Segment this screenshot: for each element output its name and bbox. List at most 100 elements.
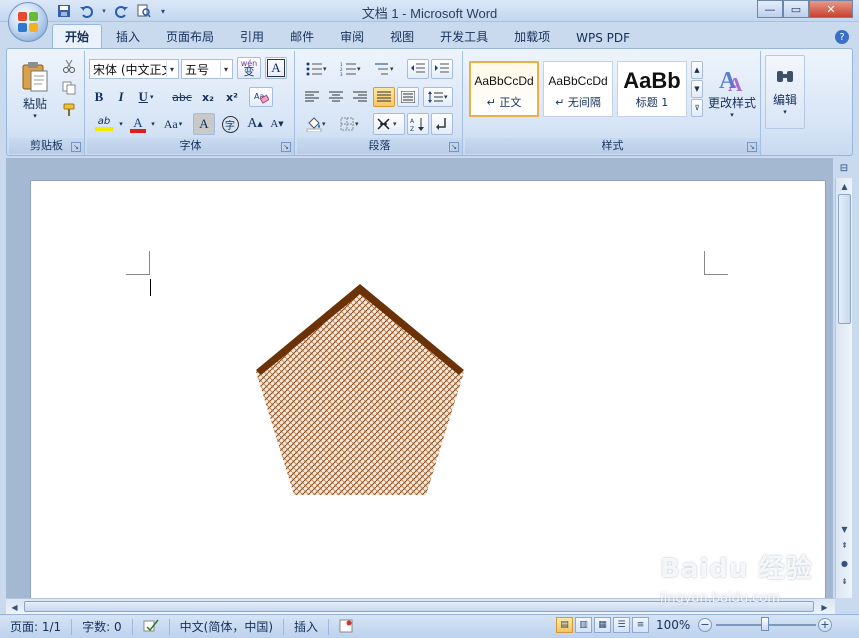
change-styles-button[interactable]: AA 更改样式 ▾ — [705, 55, 759, 127]
style-heading-1[interactable]: AaBb 标题 1 — [617, 61, 687, 117]
web-layout-view-icon[interactable]: ▦ — [594, 617, 611, 633]
subscript-button[interactable]: x₂ — [197, 87, 219, 107]
tab-mailings[interactable]: 邮件 — [278, 25, 326, 48]
style-no-spacing[interactable]: AaBbCcDd ↵ 无间隔 — [543, 61, 613, 117]
font-name-combo[interactable]: 宋体 (中文正文 ▾ — [89, 59, 179, 79]
multilevel-list-button[interactable]: ▾ — [369, 59, 401, 79]
char-shading-button[interactable]: A — [193, 113, 215, 135]
styles-scroll-up-button[interactable]: ▲ — [691, 61, 703, 79]
align-right-button[interactable] — [349, 87, 371, 107]
tab-developer[interactable]: 开发工具 — [428, 25, 500, 48]
zoom-level[interactable]: 100% — [656, 618, 690, 632]
increase-indent-button[interactable] — [431, 59, 453, 79]
tab-home[interactable]: 开始 — [52, 24, 103, 48]
status-language[interactable]: 中文(简体，中国) — [170, 618, 285, 635]
align-left-button[interactable] — [301, 87, 323, 107]
status-page[interactable]: 页面: 1/1 — [0, 618, 73, 635]
font-color-dropdown-icon[interactable]: ▾ — [149, 113, 157, 135]
minimize-button[interactable]: — — [757, 0, 783, 18]
paragraph-mark-icon — [436, 118, 446, 130]
italic-button[interactable]: I — [111, 87, 131, 107]
status-insert-mode[interactable]: 插入 — [284, 618, 330, 635]
borders-button[interactable]: ▾ — [335, 113, 367, 135]
font-name-dropdown-icon[interactable]: ▾ — [166, 61, 177, 77]
font-size-value: 五号 — [185, 62, 210, 77]
pentagon-shape[interactable] — [250, 280, 470, 500]
font-launcher-icon[interactable]: ↘ — [281, 142, 291, 152]
superscript-button[interactable]: x² — [221, 87, 243, 107]
close-button[interactable]: ✕ — [809, 0, 853, 18]
next-page-icon[interactable]: ⇟ — [838, 574, 851, 588]
maximize-button[interactable]: ▭ — [783, 0, 809, 18]
underline-button[interactable]: U ▾ — [133, 87, 159, 107]
chinese-layout-button[interactable]: ▾ — [373, 113, 405, 135]
shading-button[interactable]: ▾ — [301, 113, 333, 135]
align-left-icon — [305, 91, 319, 102]
decrease-indent-button[interactable] — [407, 59, 429, 79]
browse-object-icon[interactable]: ● — [838, 556, 851, 570]
vertical-scrollbar[interactable]: ▲ ▼ ⇞ ● ⇟ — [835, 178, 852, 598]
style-normal[interactable]: AaBbCcDd ↵ 正文 — [469, 61, 539, 117]
phonetic-guide-button[interactable]: wén 变 — [237, 57, 261, 79]
shrink-font-button[interactable]: A ▼ — [267, 113, 287, 135]
highlight-dropdown-icon[interactable]: ▾ — [117, 113, 125, 135]
justify-button[interactable] — [373, 87, 395, 107]
outline-view-icon[interactable]: ☰ — [613, 617, 630, 633]
tab-wps-pdf[interactable]: WPS PDF — [564, 28, 642, 48]
help-icon[interactable]: ? — [835, 30, 849, 44]
align-center-button[interactable] — [325, 87, 347, 107]
format-painter-button[interactable] — [59, 101, 79, 119]
styles-launcher-icon[interactable]: ↘ — [747, 142, 757, 152]
bold-button[interactable]: B — [89, 87, 109, 107]
clear-formatting-button[interactable]: Aa — [249, 87, 273, 107]
macro-record-icon[interactable] — [329, 619, 363, 635]
highlight-button[interactable]: ab — [89, 113, 119, 135]
status-word-count[interactable]: 字数: 0 — [72, 618, 133, 635]
styles-scroll-down-button[interactable]: ▼ — [691, 80, 703, 98]
title-bar: ▾ ▾ 文档 1 - Microsoft Word — ▭ ✕ — [0, 0, 859, 22]
paragraph-launcher-icon[interactable]: ↘ — [449, 142, 459, 152]
clipboard-group: 粘贴 ▾ 剪贴板 ↘ — [9, 51, 85, 155]
char-border-button[interactable]: A — [265, 57, 287, 79]
font-color-button[interactable]: A — [127, 113, 149, 135]
change-case-button[interactable]: Aa ▾ — [159, 113, 187, 135]
grow-font-button[interactable]: A ▲ — [245, 113, 265, 135]
zoom-in-icon[interactable]: + — [818, 618, 832, 632]
show-marks-button[interactable] — [431, 113, 453, 135]
proofing-icon[interactable] — [133, 618, 170, 635]
line-spacing-button[interactable]: ▾ — [423, 87, 453, 107]
tab-addins[interactable]: 加载项 — [502, 25, 562, 48]
copy-button[interactable] — [59, 79, 79, 97]
tab-insert[interactable]: 插入 — [104, 25, 152, 48]
paste-button[interactable]: 粘贴 ▾ — [15, 55, 55, 125]
bullets-button[interactable]: ▾ — [301, 59, 333, 79]
vertical-scroll-thumb[interactable] — [838, 194, 851, 324]
draft-view-icon[interactable]: ≡ — [632, 617, 649, 633]
styles-more-button[interactable]: ⊽ — [691, 99, 703, 117]
print-layout-view-icon[interactable]: ▤ — [556, 617, 573, 633]
scroll-right-icon[interactable]: ▶ — [818, 600, 831, 614]
font-size-combo[interactable]: 五号 ▾ — [181, 59, 233, 79]
tab-references[interactable]: 引用 — [228, 25, 276, 48]
zoom-slider-thumb[interactable] — [761, 617, 769, 631]
tab-view[interactable]: 视图 — [378, 25, 426, 48]
cut-button[interactable] — [59, 57, 79, 75]
zoom-out-icon[interactable]: − — [698, 618, 712, 632]
tab-review[interactable]: 审阅 — [328, 25, 376, 48]
sort-button[interactable]: AZ — [407, 113, 429, 135]
strikethrough-button[interactable]: abc — [169, 87, 195, 107]
previous-page-icon[interactable]: ⇞ — [838, 538, 851, 552]
full-screen-reading-view-icon[interactable]: ▥ — [575, 617, 592, 633]
scroll-left-icon[interactable]: ◀ — [8, 600, 21, 614]
tab-page-layout[interactable]: 页面布局 — [154, 25, 226, 48]
distributed-button[interactable] — [397, 87, 419, 107]
scroll-down-icon[interactable]: ▼ — [838, 522, 851, 536]
font-size-dropdown-icon[interactable]: ▾ — [220, 61, 231, 77]
ruler-toggle-icon[interactable]: ⊟ — [837, 160, 851, 176]
enclose-char-button[interactable]: 字 — [219, 113, 241, 135]
clipboard-launcher-icon[interactable]: ↘ — [71, 142, 81, 152]
scroll-up-icon[interactable]: ▲ — [838, 179, 851, 193]
editing-button[interactable]: 编辑 ▾ — [765, 55, 805, 129]
office-button[interactable] — [8, 2, 48, 42]
numbering-button[interactable]: 1 2 3 ▾ — [335, 59, 367, 79]
